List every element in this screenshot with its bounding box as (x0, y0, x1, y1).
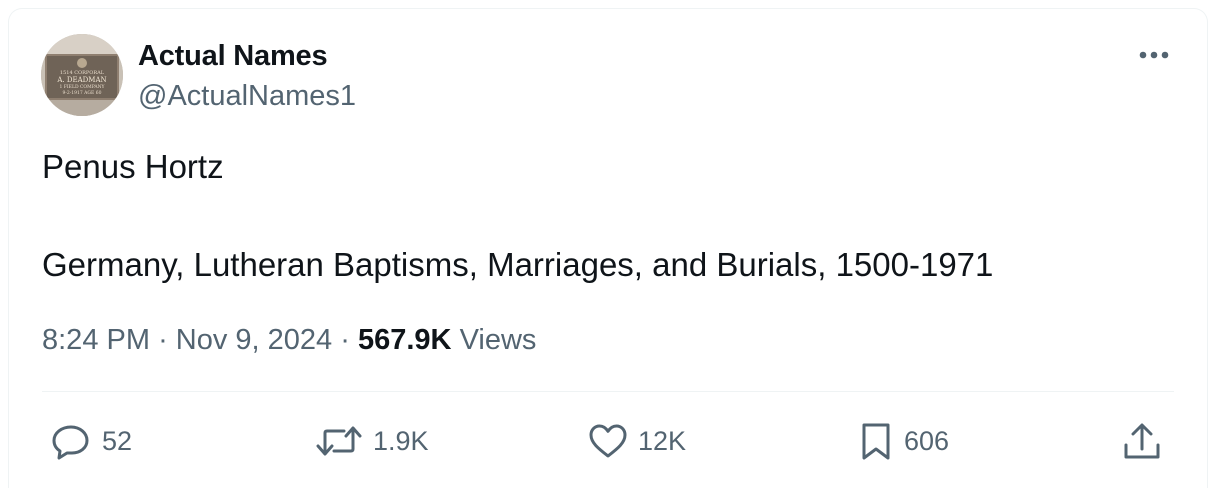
tweet-date[interactable]: Nov 9, 2024 (176, 324, 332, 356)
tweet-text-line-1: Penus Hortz (42, 148, 224, 185)
bookmark-count: 606 (904, 426, 950, 456)
avatar-plaque-image: 1514 CORPORAL A. DEADMAN 1 FIELD COMPANY… (41, 34, 123, 116)
meta-separator: · (158, 324, 168, 356)
more-icon (1139, 51, 1169, 59)
more-options-button[interactable] (1135, 39, 1175, 69)
share-button[interactable] (1121, 421, 1163, 461)
share-icon (1124, 423, 1160, 459)
tweet-time[interactable]: 8:24 PM (42, 324, 150, 356)
like-count: 12K (638, 426, 687, 456)
repost-icon (316, 426, 362, 456)
reply-button[interactable]: 52 (49, 421, 132, 461)
reply-icon (52, 425, 89, 460)
meta-separator: · (340, 324, 350, 356)
bookmark-button[interactable]: 606 (857, 421, 949, 461)
author-display-name[interactable]: Actual Names (138, 39, 328, 73)
avatar-text-line-2: A. DEADMAN (56, 76, 106, 84)
avatar-text-line-3: 1 FIELD COMPANY (59, 84, 105, 90)
repost-button[interactable]: 1.9K (314, 421, 429, 461)
heart-icon (589, 424, 627, 458)
bookmark-icon (862, 423, 890, 460)
tweet-meta: 8:24 PM · Nov 9, 2024 · 567.9K Views (42, 322, 536, 358)
author-handle[interactable]: @ActualNames1 (138, 79, 356, 113)
avatar[interactable]: 1514 CORPORAL A. DEADMAN 1 FIELD COMPANY… (41, 34, 123, 116)
reply-count: 52 (102, 426, 133, 456)
divider (42, 391, 1174, 392)
tweet-card: 1514 CORPORAL A. DEADMAN 1 FIELD COMPANY… (8, 8, 1208, 488)
views-count: 567.9K (357, 324, 452, 356)
avatar-text-line-4: 9-2-1917 AGE 60 (63, 90, 102, 96)
views-label: Views (459, 324, 537, 356)
repost-count: 1.9K (373, 426, 429, 456)
tweet-text-line-2: Germany, Lutheran Baptisms, Marriages, a… (42, 246, 994, 283)
like-button[interactable]: 12K (587, 421, 686, 461)
